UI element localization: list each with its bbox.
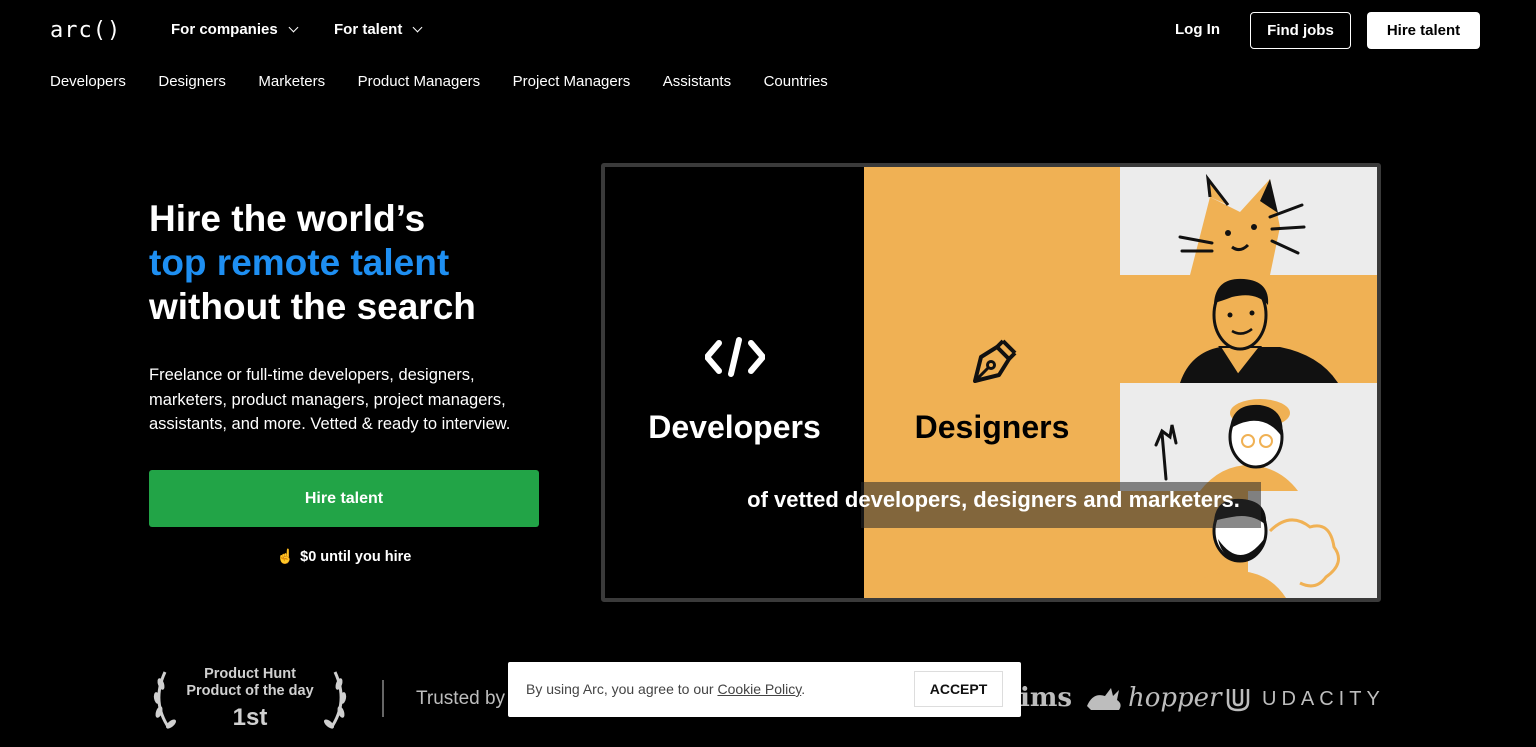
subnav-countries[interactable]: Countries xyxy=(764,73,828,90)
subnav-project-managers[interactable]: Project Managers xyxy=(513,73,631,90)
category-subnav: Developers Designers Marketers Product M… xyxy=(50,73,860,90)
hero-video[interactable]: Developers Designers of vetted developer… xyxy=(601,163,1381,602)
chevron-down-icon xyxy=(288,22,299,33)
pen-tool-icon xyxy=(973,339,1017,383)
hero-description: Freelance or full-time developers, desig… xyxy=(149,366,511,433)
hero-title-line1: Hire the world’s xyxy=(149,198,426,239)
designers-label: Designers xyxy=(914,409,1070,445)
subnav-marketers[interactable]: Marketers xyxy=(258,73,325,90)
chevron-down-icon xyxy=(412,22,423,33)
cookie-policy-link[interactable]: Cookie Policy xyxy=(717,681,801,697)
nav-for-companies[interactable]: For companies xyxy=(171,21,299,38)
badge-line2: Product of the day xyxy=(186,683,314,699)
hero-title-line3: without the search xyxy=(149,286,476,327)
pointing-hand-icon: ☝ xyxy=(276,548,295,564)
code-icon xyxy=(705,337,765,377)
badge-line1: Product Hunt xyxy=(204,666,296,682)
designers-panel: Designers xyxy=(864,167,1120,598)
hero-note-text: $0 until you hire xyxy=(300,548,412,565)
developers-panel: Developers xyxy=(605,167,864,598)
find-jobs-button[interactable]: Find jobs xyxy=(1250,12,1351,49)
video-caption: of vetted developers, designers and mark… xyxy=(747,487,1240,512)
cat-illustration xyxy=(1120,167,1377,275)
hero-title-line2: top remote talent xyxy=(149,242,450,283)
cookie-text: By using Arc, you agree to our Cookie Po… xyxy=(526,681,805,697)
woman-illustration xyxy=(1120,383,1377,491)
product-hunt-badge: Product Hunt Product of the day 1st xyxy=(149,666,351,736)
man-illustration xyxy=(1120,275,1377,383)
cookie-accept-button[interactable]: ACCEPT xyxy=(914,671,1003,707)
subnav-product-managers[interactable]: Product Managers xyxy=(358,73,481,90)
hero-note: ☝ $0 until you hire xyxy=(149,548,539,565)
subnav-developers[interactable]: Developers xyxy=(50,73,126,90)
brand-logo-ims: ims xyxy=(1020,683,1073,713)
arc-logo[interactable]: arc() xyxy=(50,18,121,43)
trusted-by-label: Trusted by xyxy=(416,688,506,709)
hire-talent-cta-button[interactable]: Hire talent xyxy=(149,470,539,527)
udacity-shield-icon xyxy=(1226,689,1250,712)
nav-for-talent-label: For talent xyxy=(334,21,403,38)
bunny-icon xyxy=(1087,688,1121,710)
badge-line3: 1st xyxy=(232,704,268,731)
nav-for-companies-label: For companies xyxy=(171,21,278,38)
subnav-designers[interactable]: Designers xyxy=(158,73,226,90)
login-link[interactable]: Log In xyxy=(1175,21,1220,38)
brand-logo-udacity: UDACITY xyxy=(1262,688,1385,710)
hire-talent-header-button[interactable]: Hire talent xyxy=(1367,12,1480,49)
subnav-assistants[interactable]: Assistants xyxy=(663,73,731,90)
illustration-grid xyxy=(1120,167,1377,598)
developers-label: Developers xyxy=(648,409,821,445)
nav-for-talent[interactable]: For talent xyxy=(334,21,423,38)
cookie-text-suffix: . xyxy=(801,681,806,697)
divider xyxy=(382,680,384,717)
hero-title: Hire the world’s top remote talent witho… xyxy=(149,197,476,329)
cookie-text-prefix: By using Arc, you agree to our xyxy=(526,681,718,697)
brand-logo-hopper: hopper xyxy=(1128,683,1222,713)
